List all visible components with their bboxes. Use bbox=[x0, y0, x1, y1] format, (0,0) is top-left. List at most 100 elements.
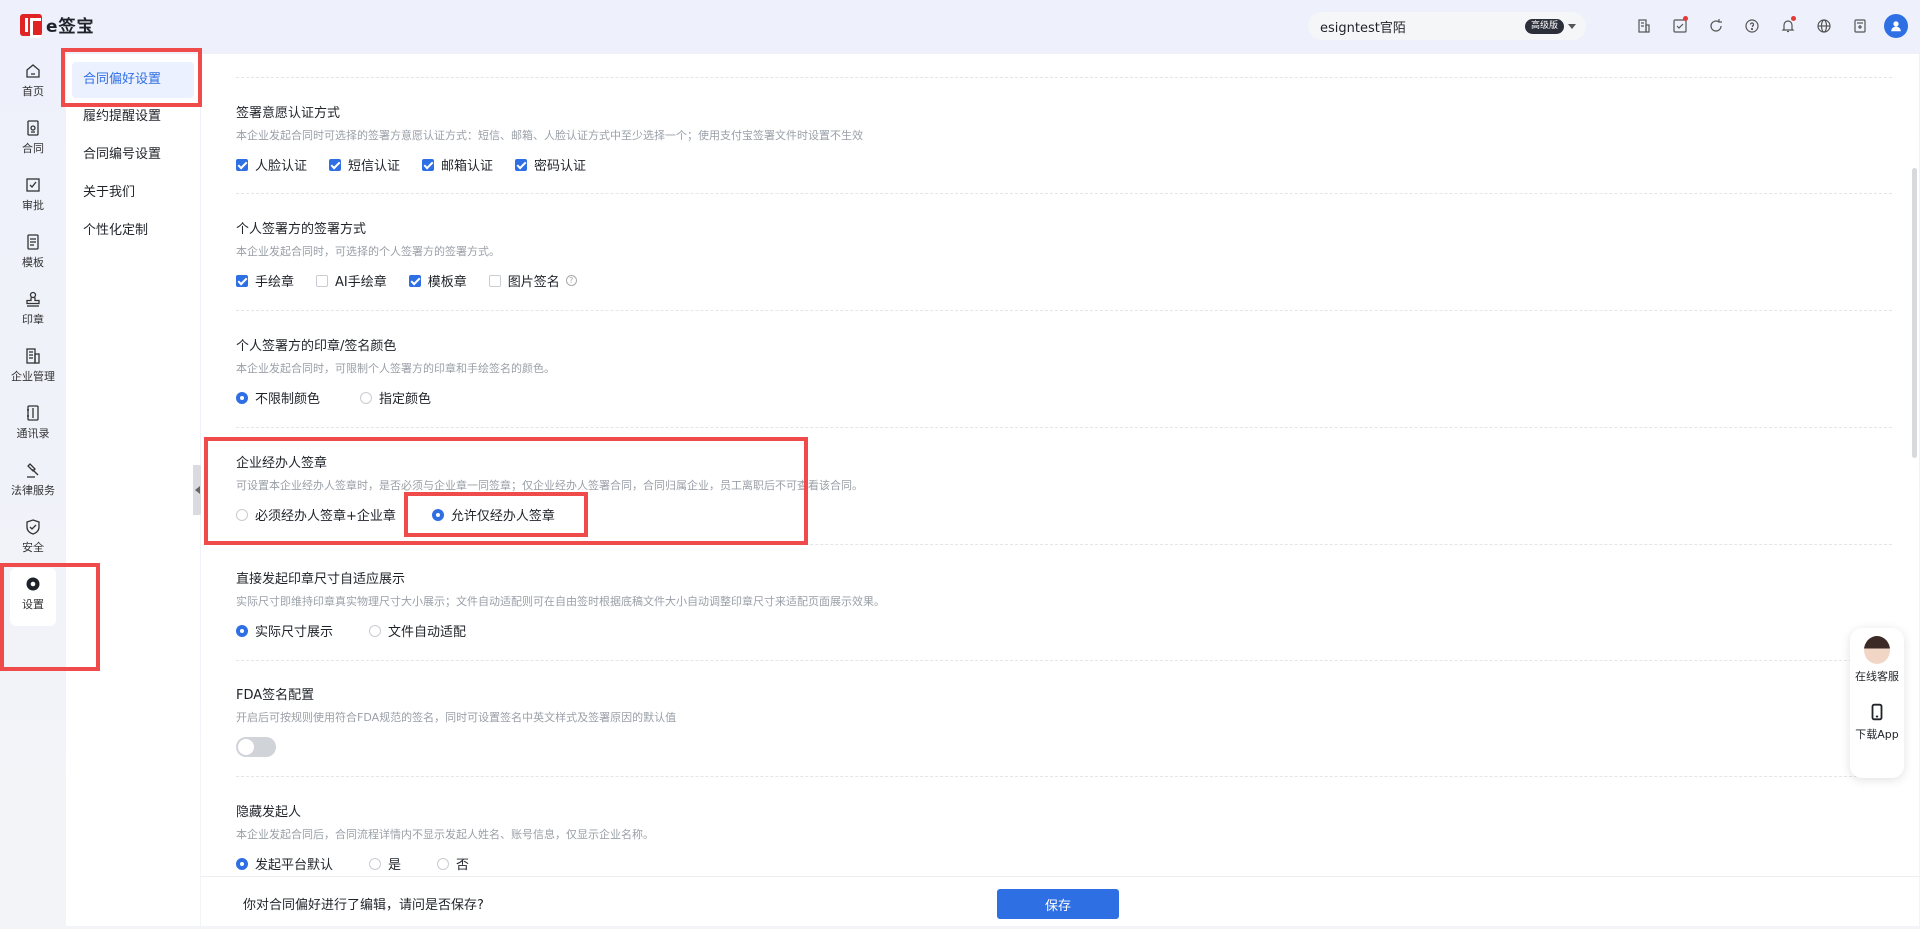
radio-selected[interactable] bbox=[236, 624, 248, 637]
subnav-contract-number[interactable]: 合同编号设置 bbox=[66, 136, 200, 174]
help-icon[interactable] bbox=[1734, 14, 1770, 38]
contract-icon bbox=[27, 120, 39, 136]
checkbox-unchecked[interactable] bbox=[316, 274, 329, 287]
radio-auto-fit[interactable]: 文件自动适配 bbox=[369, 621, 466, 640]
org-selector[interactable]: esigntest官陌 高级版 bbox=[1308, 12, 1586, 40]
section-desc: 本企业发起合同时，可选择的个人签署方的签署方式。 bbox=[236, 245, 500, 258]
nav-item-legal[interactable]: 法律服务 bbox=[0, 451, 66, 508]
user-avatar[interactable] bbox=[1884, 14, 1908, 38]
nav-label: 企业管理 bbox=[11, 370, 55, 383]
save-button[interactable]: 保存 bbox=[997, 889, 1119, 919]
help-icon[interactable]: ? bbox=[565, 275, 577, 286]
nav-item-seal[interactable]: 印章 bbox=[0, 280, 66, 337]
refresh-icon[interactable] bbox=[1698, 14, 1734, 38]
radio-unselected[interactable] bbox=[236, 508, 248, 521]
subnav-reminder[interactable]: 履约提醒设置 bbox=[66, 98, 200, 136]
radio-no[interactable]: 否 bbox=[437, 854, 469, 873]
radio-no-color-limit[interactable]: 不限制颜色 bbox=[236, 388, 320, 407]
nav-item-enterprise[interactable]: 企业管理 bbox=[0, 337, 66, 394]
checkbox-email-auth[interactable]: 邮箱认证 bbox=[422, 155, 493, 174]
option-label: 手绘章 bbox=[255, 275, 295, 290]
subnav-customize[interactable]: 个性化定制 bbox=[66, 212, 200, 250]
radio-unselected[interactable] bbox=[369, 857, 382, 870]
checkbox-hand-drawn[interactable]: 手绘章 bbox=[236, 271, 294, 290]
org-name: esigntest官陌 bbox=[1320, 20, 1406, 36]
task-check-icon[interactable] bbox=[1662, 14, 1698, 38]
checkbox-template-seal[interactable]: 模板章 bbox=[408, 271, 467, 290]
divider bbox=[236, 310, 1892, 311]
template-icon bbox=[27, 234, 39, 250]
home-icon bbox=[26, 64, 40, 78]
globe-icon[interactable] bbox=[1806, 14, 1842, 38]
radio-agent-plus-enterprise[interactable]: 必须经办人签章+企业章 bbox=[236, 505, 396, 524]
nav-item-security[interactable]: 安全 bbox=[0, 508, 66, 565]
float-label: 下载App bbox=[1855, 728, 1899, 741]
nav-label: 安全 bbox=[22, 541, 44, 554]
option-label: 人脸认证 bbox=[255, 159, 308, 174]
phone-icon bbox=[1871, 703, 1883, 721]
fda-toggle[interactable] bbox=[236, 737, 276, 757]
option-label: 是 bbox=[388, 858, 402, 873]
radio-selected[interactable] bbox=[236, 391, 248, 404]
option-label: 实际尺寸展示 bbox=[255, 625, 334, 640]
enterprise-icon bbox=[26, 348, 40, 364]
checkbox-ai-hand-drawn[interactable]: AI手绘章 bbox=[316, 271, 387, 290]
calculator-icon[interactable] bbox=[1842, 14, 1878, 38]
radio-platform-default[interactable]: 发起平台默认 bbox=[236, 854, 333, 873]
scrollbar[interactable] bbox=[1912, 168, 1917, 458]
seal-icon bbox=[26, 291, 40, 307]
section-hide-initiator: 隐藏发起人 本企业发起合同后，合同流程详情内不显示发起人姓名、账号信息，仅显示企… bbox=[236, 801, 1892, 873]
checkbox-checked[interactable] bbox=[422, 158, 435, 171]
subnav-about[interactable]: 关于我们 bbox=[66, 174, 200, 212]
online-service-button[interactable]: 在线客服 bbox=[1855, 636, 1899, 702]
nav-label: 合同 bbox=[22, 142, 44, 155]
building-icon[interactable] bbox=[1626, 14, 1662, 38]
notification-dot bbox=[1791, 16, 1796, 21]
option-label: 文件自动适配 bbox=[388, 625, 467, 640]
divider bbox=[236, 544, 1892, 545]
radio-unselected[interactable] bbox=[360, 391, 373, 404]
checkbox-checked[interactable] bbox=[515, 158, 528, 171]
nav-label: 设置 bbox=[22, 598, 44, 611]
section-title: 企业经办人签章 bbox=[236, 456, 328, 471]
radio-specified-color[interactable]: 指定颜色 bbox=[360, 388, 431, 407]
nav-item-contract[interactable]: 合同 bbox=[0, 109, 66, 166]
nav-item-approval[interactable]: 审批 bbox=[0, 166, 66, 223]
nav-item-contacts[interactable]: 通讯录 bbox=[0, 394, 66, 451]
checkbox-checked[interactable] bbox=[236, 158, 248, 171]
logo[interactable]: e签宝 bbox=[20, 12, 95, 38]
nav-item-settings[interactable]: 设置 bbox=[0, 565, 66, 622]
left-nav: 首页 合同 审批 模板 印章 企业管理 通讯录 法律服务 安全 设置 bbox=[0, 52, 66, 929]
radio-selected[interactable] bbox=[236, 857, 248, 870]
section-desc: 开启后可按规则使用符合FDA规范的签名，同时可设置签名中英文样式及签署原因的默认… bbox=[236, 711, 677, 724]
bell-icon[interactable] bbox=[1770, 14, 1806, 38]
nav-item-home[interactable]: 首页 bbox=[0, 52, 66, 109]
checkbox-sms-auth[interactable]: 短信认证 bbox=[329, 155, 400, 174]
radio-selected[interactable] bbox=[431, 508, 444, 521]
checkbox-checked[interactable] bbox=[236, 274, 248, 287]
checkbox-checked[interactable] bbox=[408, 274, 421, 287]
download-app-button[interactable]: 下载App bbox=[1855, 702, 1899, 768]
section-desc: 本企业发起合同后，合同流程详情内不显示发起人姓名、账号信息，仅显示企业名称。 bbox=[236, 828, 654, 841]
option-label: 密码认证 bbox=[534, 159, 587, 174]
radio-agent-only[interactable]: 允许仅经办人签章 bbox=[431, 505, 555, 524]
subnav-contract-preference[interactable]: 合同偏好设置 bbox=[72, 62, 194, 98]
approval-icon bbox=[26, 178, 40, 192]
radio-actual-size[interactable]: 实际尺寸展示 bbox=[236, 621, 333, 640]
radio-unselected[interactable] bbox=[369, 624, 382, 637]
radio-yes[interactable]: 是 bbox=[369, 854, 401, 873]
save-bar: 你对合同偏好进行了编辑，请问是否保存? 保存 bbox=[201, 876, 1919, 926]
checkbox-unchecked[interactable] bbox=[488, 274, 501, 287]
nav-label: 模板 bbox=[22, 256, 44, 269]
divider bbox=[236, 77, 1892, 78]
logo-icon bbox=[20, 13, 42, 38]
checkbox-face-auth[interactable]: 人脸认证 bbox=[236, 155, 307, 174]
top-bar: e签宝 esigntest官陌 高级版 bbox=[0, 0, 1920, 52]
nav-item-template[interactable]: 模板 bbox=[0, 223, 66, 280]
checkbox-image-signature[interactable]: 图片签名? bbox=[488, 271, 577, 290]
option-label: 否 bbox=[456, 858, 470, 873]
checkbox-checked[interactable] bbox=[329, 158, 342, 171]
option-label: 允许仅经办人签章 bbox=[450, 509, 555, 524]
checkbox-password-auth[interactable]: 密码认证 bbox=[515, 155, 586, 174]
radio-unselected[interactable] bbox=[437, 857, 450, 870]
